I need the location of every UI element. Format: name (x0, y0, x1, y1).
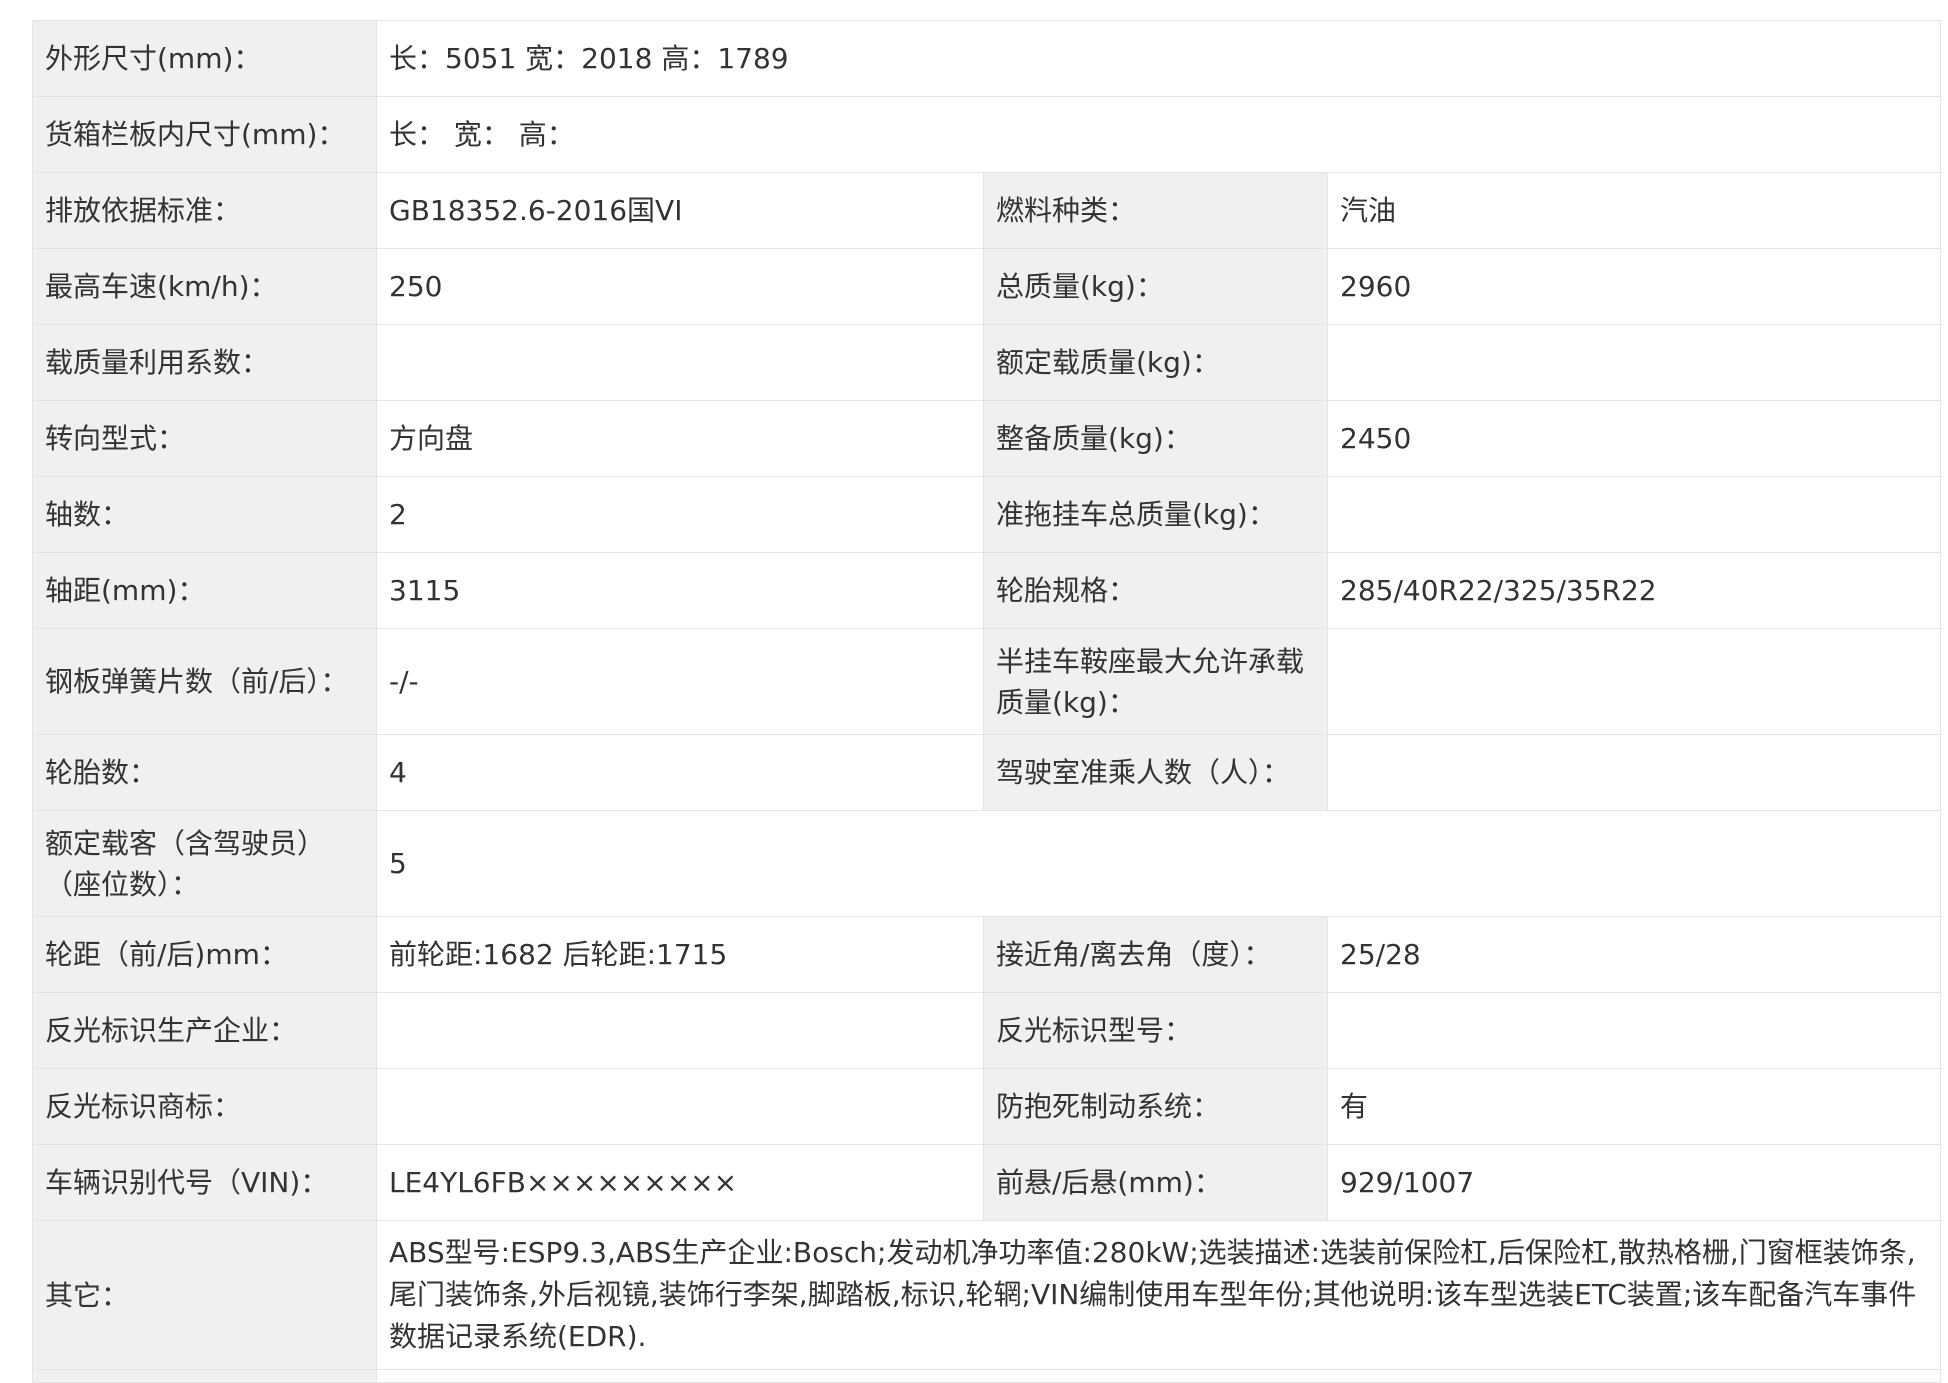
leaf-springs-value: -/- (376, 628, 984, 735)
table-row: 车辆识别代号（VIN)： LE4YL6FB××××××××× 前悬/后悬(mm)… (32, 1144, 1942, 1221)
table-row: 外形尺寸(mm)： 长：5051 宽：2018 高：1789 (32, 20, 1942, 97)
load-factor-label: 载质量利用系数： (32, 324, 377, 401)
leaf-springs-label: 钢板弹簧片数（前/后）： (32, 628, 377, 735)
cargo-box-label: 货箱栏板内尺寸(mm)： (32, 96, 377, 173)
dimensions-value: 长：5051 宽：2018 高：1789 (375, 20, 1942, 97)
max-speed-value: 250 (376, 248, 984, 325)
reflector-brand-value (376, 1068, 984, 1145)
vin-value: LE4YL6FB××××××××× (376, 1144, 984, 1221)
reflector-maker-label: 反光标识生产企业： (32, 992, 377, 1069)
load-factor-value (376, 324, 984, 401)
reflector-model-label: 反光标识型号： (983, 992, 1328, 1069)
table-row: 钢板弹簧片数（前/后）： -/- 半挂车鞍座最大允许承载质量(kg)： (32, 628, 1942, 735)
reflector-model-value (1326, 992, 1942, 1069)
track-value: 前轮距:1682 后轮距:1715 (376, 916, 984, 993)
table-row: 反光标识商标： 防抱死制动系统： 有 (32, 1068, 1942, 1145)
wheelbase-value: 3115 (376, 552, 984, 629)
axles-value: 2 (376, 476, 984, 553)
saddle-load-label: 半挂车鞍座最大允许承载质量(kg)： (983, 628, 1328, 735)
reflector-maker-value (376, 992, 984, 1069)
reflector-brand-label: 反光标识商标： (32, 1068, 377, 1145)
table-row: 轴距(mm)： 3115 轮胎规格： 285/40R22/325/35R22 (32, 552, 1942, 629)
trailing-value-cell (375, 1369, 1942, 1383)
rated-load-label: 额定载质量(kg)： (983, 324, 1328, 401)
tire-spec-value: 285/40R22/325/35R22 (1326, 552, 1942, 629)
cargo-box-value: 长： 宽： 高： (375, 96, 1942, 173)
steering-label: 转向型式： (32, 400, 377, 477)
overhang-label: 前悬/后悬(mm)： (983, 1144, 1328, 1221)
saddle-load-value (1326, 628, 1942, 735)
steering-value: 方向盘 (376, 400, 984, 477)
cab-passengers-value (1326, 734, 1942, 811)
abs-label: 防抱死制动系统： (983, 1068, 1328, 1145)
trailer-mass-value (1326, 476, 1942, 553)
dimensions-label: 外形尺寸(mm)： (32, 20, 377, 97)
vehicle-spec-table: 外形尺寸(mm)： 长：5051 宽：2018 高：1789 货箱栏板内尺寸(m… (32, 20, 1942, 1383)
table-row: 货箱栏板内尺寸(mm)： 长： 宽： 高： (32, 96, 1942, 173)
table-row: 轮胎数： 4 驾驶室准乘人数（人）： (32, 734, 1942, 811)
abs-value: 有 (1326, 1068, 1942, 1145)
emission-label: 排放依据标准： (32, 172, 377, 249)
table-row: 载质量利用系数： 额定载质量(kg)： (32, 324, 1942, 401)
tire-spec-label: 轮胎规格： (983, 552, 1328, 629)
angles-value: 25/28 (1326, 916, 1942, 993)
rated-passengers-value: 5 (375, 810, 1942, 917)
table-row: 转向型式： 方向盘 整备质量(kg)： 2450 (32, 400, 1942, 477)
trailer-mass-label: 准拖挂车总质量(kg)： (983, 476, 1328, 553)
overhang-value: 929/1007 (1326, 1144, 1942, 1221)
rated-passengers-label: 额定载客（含驾驶员）（座位数）： (32, 810, 377, 917)
table-row: 反光标识生产企业： 反光标识型号： (32, 992, 1942, 1069)
track-label: 轮距（前/后)mm： (32, 916, 377, 993)
table-row: 排放依据标准： GB18352.6-2016国VI 燃料种类： 汽油 (32, 172, 1942, 249)
tire-count-label: 轮胎数： (32, 734, 377, 811)
other-value: ABS型号:ESP9.3,ABS生产企业:Bosch;发动机净功率值:280kW… (375, 1220, 1942, 1370)
vehicle-spec-sheet: 外形尺寸(mm)： 长：5051 宽：2018 高：1789 货箱栏板内尺寸(m… (32, 20, 1942, 1383)
other-label: 其它： (32, 1220, 377, 1370)
table-row: 轮距（前/后)mm： 前轮距:1682 后轮距:1715 接近角/离去角（度）：… (32, 916, 1942, 993)
total-mass-label: 总质量(kg)： (983, 248, 1328, 325)
tire-count-value: 4 (376, 734, 984, 811)
fuel-value: 汽油 (1326, 172, 1942, 249)
curb-mass-label: 整备质量(kg)： (983, 400, 1328, 477)
vin-label: 车辆识别代号（VIN)： (32, 1144, 377, 1221)
table-row: 最高车速(km/h)： 250 总质量(kg)： 2960 (32, 248, 1942, 325)
max-speed-label: 最高车速(km/h)： (32, 248, 377, 325)
table-row: 轴数： 2 准拖挂车总质量(kg)： (32, 476, 1942, 553)
total-mass-value: 2960 (1326, 248, 1942, 325)
table-row (32, 1369, 1942, 1383)
emission-value: GB18352.6-2016国VI (376, 172, 984, 249)
wheelbase-label: 轴距(mm)： (32, 552, 377, 629)
angles-label: 接近角/离去角（度）： (983, 916, 1328, 993)
cab-passengers-label: 驾驶室准乘人数（人）： (983, 734, 1328, 811)
table-row: 额定载客（含驾驶员）（座位数）： 5 (32, 810, 1942, 917)
table-row: 其它： ABS型号:ESP9.3,ABS生产企业:Bosch;发动机净功率值:2… (32, 1220, 1942, 1370)
axles-label: 轴数： (32, 476, 377, 553)
curb-mass-value: 2450 (1326, 400, 1942, 477)
trailing-label-cell (32, 1369, 377, 1383)
rated-load-value (1326, 324, 1942, 401)
fuel-label: 燃料种类： (983, 172, 1328, 249)
